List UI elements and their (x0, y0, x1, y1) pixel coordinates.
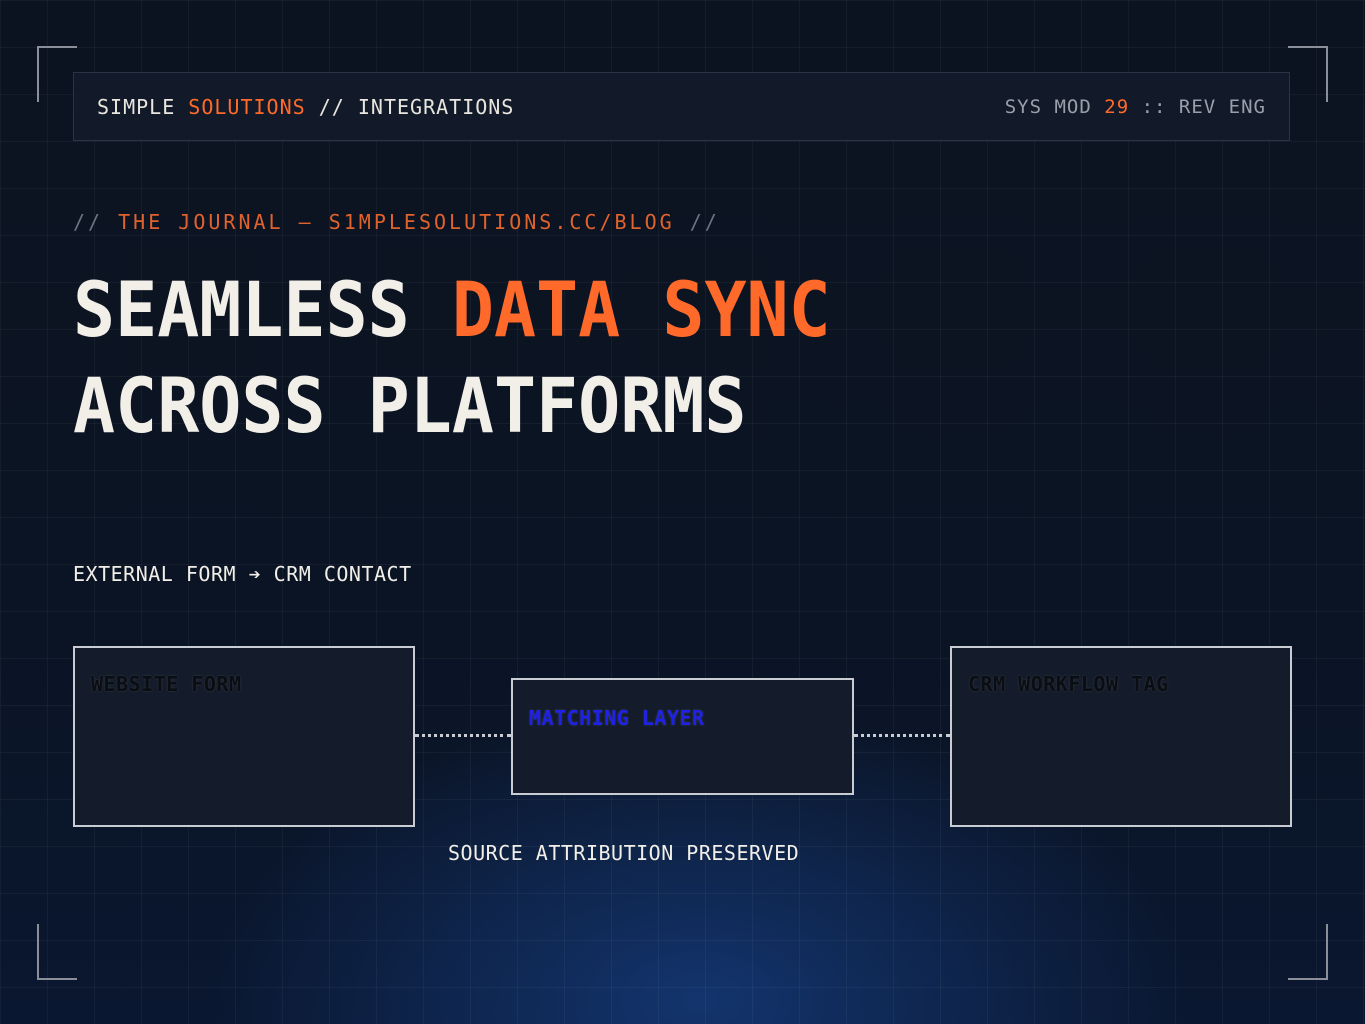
node-label: MATCHING LAYER (529, 706, 705, 730)
header-bar: SIMPLE SOLUTIONS // INTEGRATIONS SYS MOD… (73, 72, 1290, 141)
node-matching-layer: MATCHING LAYER (511, 678, 854, 795)
background-grid (0, 0, 1365, 1024)
connector-line (415, 734, 511, 737)
system-info: SYS MOD 29 :: REV ENG (1005, 96, 1266, 118)
connector-line (854, 734, 950, 737)
brand-solutions: SOLUTIONS (188, 94, 306, 119)
node-label: WEBSITE FORM (91, 672, 242, 696)
journal-text: THE JOURNAL — S1MPLESOLUTIONS.CC/BLOG (118, 210, 675, 234)
title-white: SEAMLESS (73, 265, 410, 354)
corner-bracket-top-right (1288, 46, 1328, 102)
brand-simple: SIMPLE (97, 94, 176, 119)
title-line-2: ACROSS PLATFORMS (73, 361, 747, 450)
flow-label: EXTERNAL FORM ➔ CRM CONTACT (73, 562, 412, 586)
brand-separator: // (318, 94, 345, 119)
brand-title[interactable]: SIMPLE SOLUTIONS // INTEGRATIONS (97, 95, 514, 119)
flow-caption: SOURCE ATTRIBUTION PRESERVED (448, 841, 800, 865)
sys-suffix: :: REV ENG (1141, 95, 1266, 118)
journal-link[interactable]: // THE JOURNAL — S1MPLESOLUTIONS.CC/BLOG… (73, 210, 720, 234)
node-crm-workflow-tag: CRM WORKFLOW TAG (950, 646, 1292, 827)
corner-bracket-bottom-left (37, 924, 77, 980)
node-label: CRM WORKFLOW TAG (968, 672, 1169, 696)
sys-number: 29 (1104, 95, 1130, 118)
sys-prefix: SYS MOD (1004, 95, 1092, 118)
journal-open: // (73, 210, 104, 234)
title-line-1: SEAMLESS DATA SYNC (73, 262, 831, 358)
corner-bracket-top-left (37, 46, 77, 102)
corner-bracket-bottom-right (1288, 924, 1328, 980)
brand-section: INTEGRATIONS (357, 94, 515, 119)
journal-close: // (689, 210, 720, 234)
title-accent: DATA SYNC (451, 265, 831, 354)
node-website-form: WEBSITE FORM (73, 646, 415, 827)
page-title: SEAMLESS DATA SYNC ACROSS PLATFORMS (73, 262, 831, 454)
